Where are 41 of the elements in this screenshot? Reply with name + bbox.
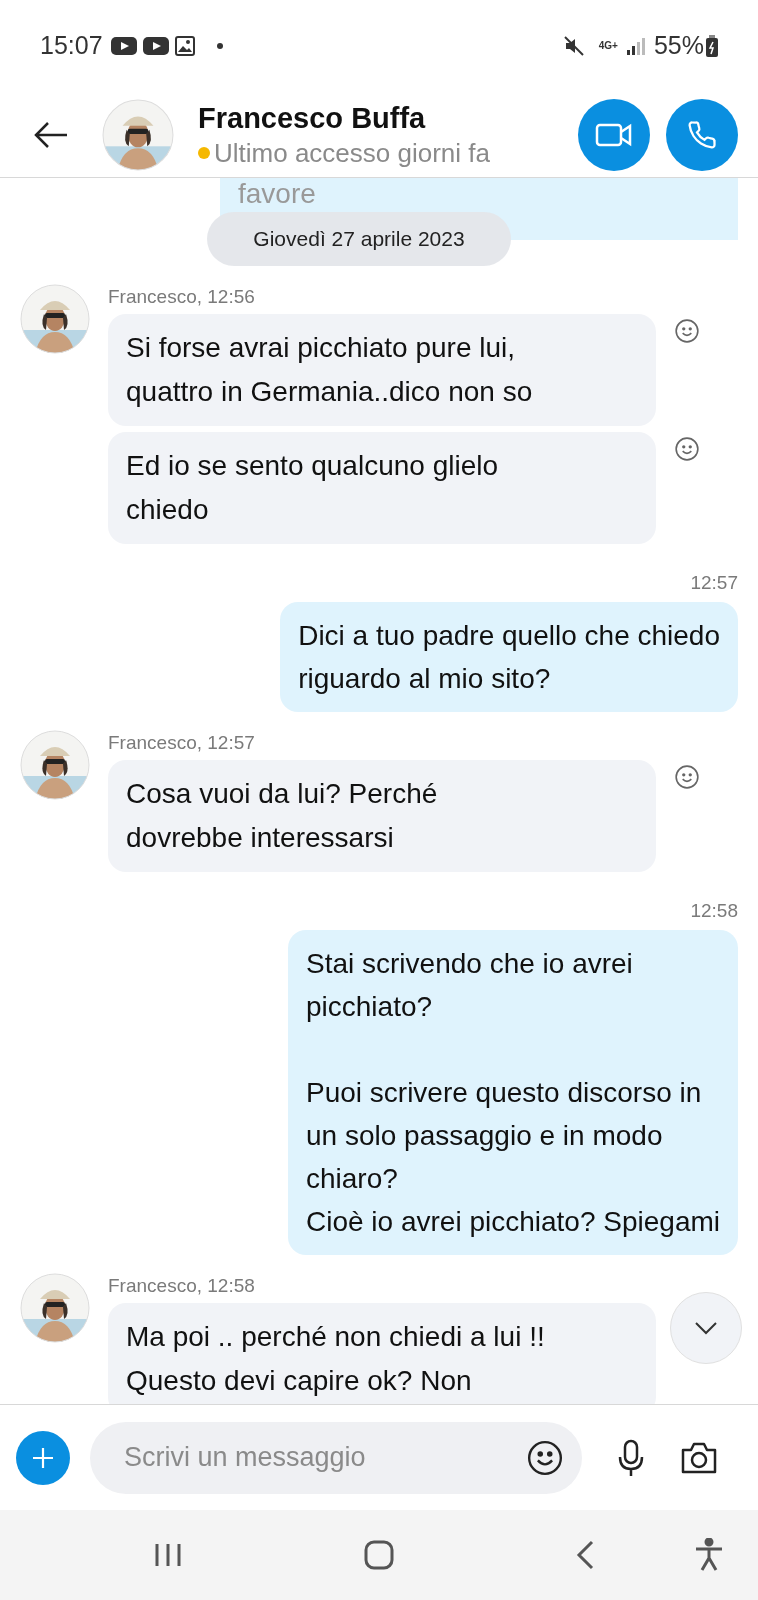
emoji-reaction-icon[interactable] — [674, 435, 700, 462]
back-arrow-icon[interactable] — [33, 119, 69, 150]
battery-percent: 55% — [653, 30, 704, 62]
message-bubble: Stai scrivendo che io avrei picchiato? Puoi scrivere questo discorso in un solo passaggio e in modo chiaro? Cioè io avrei picchiato? Spiegami — [288, 929, 738, 1255]
message-bubble: Si forse avrai picchiato pure lui, quattro in Germania..dico non so — [108, 313, 656, 426]
add-button[interactable] — [16, 1430, 70, 1485]
network-type: 4G+ — [598, 41, 618, 51]
home-icon[interactable] — [364, 1540, 394, 1570]
back-icon[interactable] — [576, 1540, 594, 1570]
camera-icon[interactable] — [680, 1440, 718, 1475]
recent-apps-icon[interactable] — [154, 1542, 182, 1568]
message-time: 12:57 — [690, 571, 738, 594]
plus-icon — [32, 1446, 54, 1469]
message-time: 12:58 — [690, 899, 738, 922]
microphone-icon[interactable] — [618, 1438, 644, 1477]
sender-time: Francesco, 12:56 — [108, 285, 256, 308]
message-field[interactable]: Scrivi un messaggio — [90, 1421, 582, 1494]
video-app-icon — [142, 37, 169, 55]
image-icon — [174, 36, 195, 56]
emoji-reaction-icon[interactable] — [674, 317, 700, 344]
sender-time: Francesco, 12:58 — [108, 1274, 256, 1297]
sender-time: Francesco, 12:57 — [108, 731, 256, 754]
emoji-icon[interactable] — [526, 1438, 564, 1477]
emoji-reaction-icon[interactable] — [674, 763, 700, 790]
video-app-icon — [110, 37, 137, 55]
chevron-down-icon — [694, 1321, 718, 1335]
message-bubble: Ma poi .. perché non chiedi a lui !! Questo devi capire ok? Non — [108, 1302, 656, 1404]
message-bubble: Dici a tuo padre quello che chiedo riguardo al mio sito? — [280, 601, 738, 712]
phone-icon — [687, 119, 717, 150]
accessibility-icon[interactable] — [694, 1538, 724, 1572]
contact-name: Francesco Buffa — [198, 100, 427, 136]
dot-icon — [216, 43, 223, 49]
presence-status: Ultimo accesso giorni fa — [214, 136, 490, 170]
message-input[interactable]: Scrivi un messaggio — [124, 1437, 526, 1478]
date-separator: Giovedì 27 aprile 2023 — [207, 212, 511, 266]
message-bubble: Ed io se sento qualcuno glielo chiedo — [108, 431, 656, 544]
status-time: 15:07 — [40, 30, 103, 62]
battery-icon — [706, 35, 718, 57]
message-bubble: Cosa vuoi da lui? Perché dovrebbe interessarsi — [108, 759, 656, 872]
mute-icon — [562, 35, 585, 57]
signal-icon — [625, 36, 646, 56]
